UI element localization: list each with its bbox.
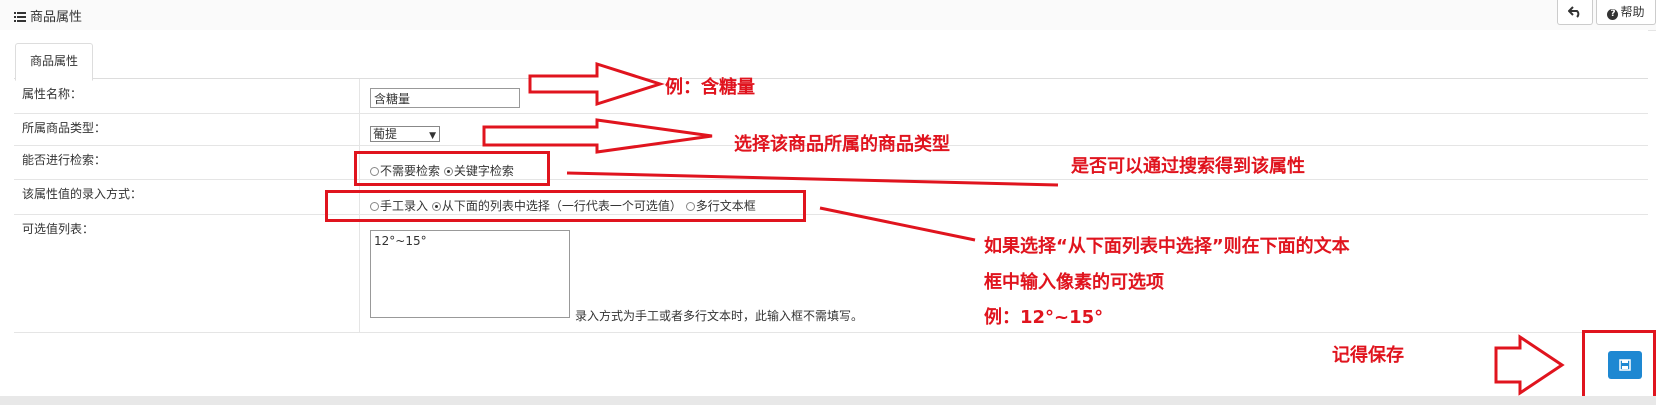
input-mode-highlight-box — [325, 190, 806, 222]
name-cell — [359, 79, 360, 113]
row-input-mode: 该属性值的录入方式： — [14, 179, 1648, 215]
input-mode-label: 该属性值的录入方式： — [22, 187, 143, 201]
search-label: 能否进行检索： — [22, 153, 107, 167]
annot-remember-save: 记得保存 — [1332, 345, 1404, 366]
list-icon — [14, 12, 26, 22]
annot-example: 例：含糖量 — [665, 77, 755, 98]
annot-if-select-2: 框中输入像素的可选项 — [984, 272, 1164, 293]
annot-if-select-3: 例：12°~15° — [984, 307, 1104, 328]
page-header: 商品属性 ? 帮助 — [0, 0, 1656, 31]
values-cell — [359, 214, 360, 332]
question-icon: ? — [1607, 9, 1619, 20]
values-label: 可选值列表： — [22, 222, 95, 236]
dropdown-arrow-icon: ▼ — [429, 131, 436, 141]
search-highlight-box — [354, 151, 550, 186]
row-name: 属性名称： — [14, 79, 1648, 114]
annot-if-select-1: 如果选择“从下面列表中选择”则在下面的文本 — [984, 236, 1350, 257]
goods-type-select[interactable]: 葡提 ▼ — [370, 126, 440, 142]
back-button[interactable] — [1557, 0, 1593, 25]
bottom-bar — [0, 396, 1656, 405]
attribute-name-input[interactable]: 含糖量 — [370, 88, 520, 108]
page-title: 商品属性 — [14, 6, 82, 25]
save-button[interactable] — [1608, 351, 1642, 379]
type-cell — [359, 113, 360, 145]
annot-searchable: 是否可以通过搜索得到该属性 — [1071, 156, 1305, 177]
page-title-text: 商品属性 — [30, 10, 83, 25]
tab-attributes[interactable]: 商品属性 — [15, 43, 93, 81]
floppy-disk-icon — [1619, 359, 1631, 371]
help-button[interactable]: ? 帮助 — [1596, 0, 1656, 25]
values-hint: 录入方式为手工或者多行文本时，此输入框不需填写。 — [575, 309, 864, 323]
help-label: 帮助 — [1620, 5, 1645, 19]
name-label: 属性名称： — [22, 87, 83, 101]
undo-icon — [1567, 6, 1580, 18]
type-label: 所属商品类型： — [22, 121, 107, 135]
values-textarea[interactable]: 12°~15° — [370, 230, 570, 318]
goods-type-value: 葡提 — [373, 127, 398, 141]
annot-choose-type: 选择该商品所属的商品类型 — [734, 134, 950, 155]
